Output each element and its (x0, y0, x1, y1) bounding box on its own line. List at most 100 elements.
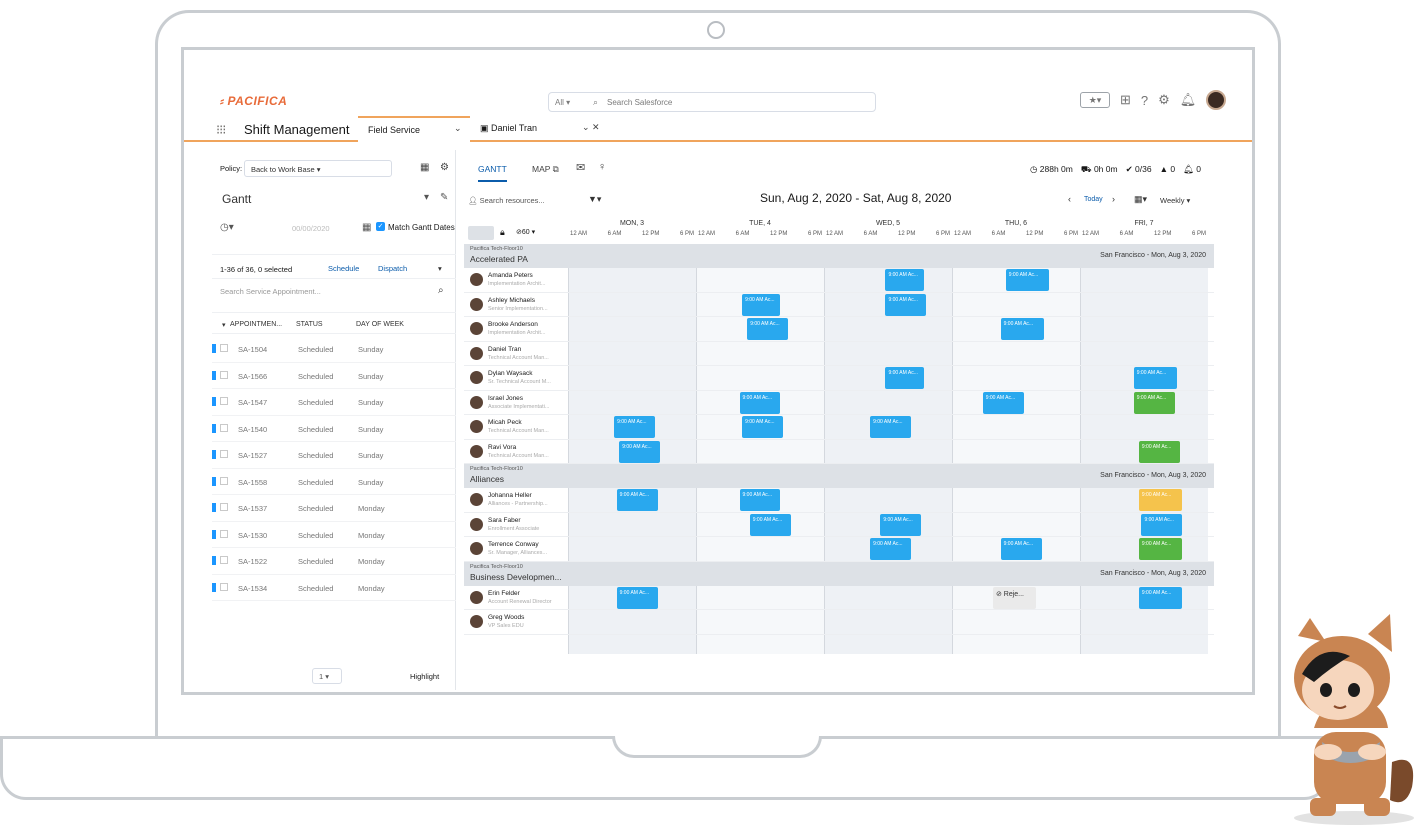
appointment-block[interactable]: 9:00 AM Ac... (742, 293, 781, 316)
help-icon[interactable]: ? (1141, 93, 1148, 108)
appointment-id[interactable]: SA-1522 (238, 557, 267, 566)
row-checkbox[interactable] (220, 503, 228, 511)
bell-icon[interactable]: 🔔︎ (1180, 92, 1197, 108)
zoom-select[interactable]: ⊘60 ▾ (516, 228, 535, 236)
appointment-block[interactable]: 9:00 AM Ac... (1138, 489, 1183, 511)
appointment-block[interactable]: 9:00 AM Ac... (1133, 391, 1175, 414)
resource-row[interactable]: Micah Peck Technical Account Man... (464, 415, 1214, 440)
list-item[interactable]: SA-1566 Scheduled Sunday (212, 363, 456, 389)
gear-icon[interactable]: ⚙ (1158, 92, 1170, 108)
calendar-icon[interactable]: ▦ (420, 162, 429, 173)
appointment-block[interactable]: 9:00 AM Ac... (739, 391, 781, 414)
list-item[interactable]: SA-1534 Scheduled Monday (212, 575, 456, 601)
appointment-block[interactable]: 9:00 AM Ac... (870, 416, 912, 438)
resource-row[interactable]: Ashley Michaels Senior Implementation... (464, 293, 1214, 317)
global-search[interactable]: All ▾ ⌕ Search Salesforce (548, 92, 876, 112)
appointment-block[interactable]: 9:00 AM Ac... (1133, 367, 1178, 389)
tab-map[interactable]: MAP ⧉ (532, 164, 559, 175)
dispatch-button[interactable]: Dispatch (372, 261, 413, 277)
next-week-button[interactable]: › (1112, 194, 1115, 204)
view-mode-select[interactable]: Weekly ▾ (1160, 196, 1190, 205)
date-picker-icon[interactable]: ▦ (362, 222, 371, 233)
resource-row[interactable]: Dylan Waysack Sr. Technical Account M... (464, 366, 1214, 391)
edit-icon[interactable]: ✎ (440, 192, 448, 203)
close-tab-icon[interactable]: ⌄ ✕ (582, 122, 600, 133)
add-icon[interactable]: ⊞ (1120, 92, 1131, 108)
match-gantt-checkbox[interactable]: ✓ (376, 222, 385, 231)
appointment-block[interactable]: 9:00 AM Ac... (885, 367, 924, 389)
appointment-block[interactable]: 9:00 AM Ac... (1000, 318, 1045, 340)
mail-icon[interactable]: ✉ (576, 161, 585, 174)
row-checkbox[interactable] (220, 450, 228, 458)
resource-row[interactable]: Terrence Conway Sr. Manager, Alliances... (464, 537, 1214, 562)
appointment-block[interactable]: 9:00 AM Ac... (616, 586, 658, 609)
list-item[interactable]: SA-1540 Scheduled Sunday (212, 416, 456, 442)
column-status[interactable]: STATUS (296, 321, 323, 328)
appointment-block[interactable]: 9:00 AM Ac... (870, 538, 912, 560)
appointment-id[interactable]: SA-1540 (238, 425, 267, 434)
page-select[interactable]: 1 ▾ (312, 668, 342, 684)
resource-row[interactable]: Israel Jones Associate Implementati... (464, 391, 1214, 415)
row-checkbox[interactable] (220, 556, 228, 564)
policy-select[interactable]: Back to Work Base ▾ (244, 160, 392, 177)
filter-icon[interactable]: ▼▾ (588, 194, 601, 205)
user-avatar[interactable] (1206, 90, 1227, 110)
appointment-block[interactable]: 9:00 AM Ac... (616, 489, 658, 511)
highlight-button[interactable]: Highlight (410, 672, 439, 681)
appointment-id[interactable]: SA-1534 (238, 584, 267, 593)
row-checkbox[interactable] (220, 529, 228, 538)
appointment-block[interactable]: 9:00 AM Ac... (1138, 440, 1180, 463)
calendar-view-icon[interactable]: ▦▾ (1134, 194, 1147, 205)
resource-row[interactable]: Sara Faber Enrollment Associate (464, 513, 1214, 537)
appointment-block[interactable]: 9:00 AM Ac... (982, 391, 1024, 414)
resource-row[interactable]: Amanda Peters Implementation Archit... (464, 268, 1214, 293)
appointment-id[interactable]: SA-1504 (238, 345, 267, 354)
resource-row[interactable]: Johanna Heller Alliances - Partnership... (464, 488, 1214, 513)
resource-row[interactable]: Erin Felder Account Renewal Director (464, 586, 1214, 610)
row-checkbox[interactable] (220, 476, 228, 485)
lightbulb-icon[interactable]: ♀ (598, 161, 606, 173)
resource-row[interactable]: Ravi Vora Technical Account Man... (464, 440, 1214, 464)
list-item[interactable]: SA-1537 Scheduled Monday (212, 495, 456, 522)
appointment-id[interactable]: SA-1530 (238, 531, 267, 540)
resource-row[interactable]: Brooke Anderson Implementation Archit... (464, 317, 1214, 342)
appointment-block[interactable]: 9:00 AM Ac... (1138, 586, 1183, 609)
appointment-id[interactable]: SA-1527 (238, 451, 267, 460)
appointment-block[interactable]: 9:00 AM Ac... (1005, 269, 1050, 291)
view-select[interactable]: Gantt (222, 192, 251, 206)
appointment-block[interactable]: 9:00 AM Ac... (749, 513, 791, 536)
settings-icon[interactable]: ⚙ (440, 162, 449, 173)
row-checkbox[interactable] (220, 423, 228, 432)
search-scope[interactable]: All ▾ (555, 98, 570, 107)
appointment-id[interactable]: SA-1566 (238, 372, 267, 381)
today-button[interactable]: Today (1084, 196, 1103, 203)
sort-icon[interactable]: ▾ (222, 321, 226, 329)
list-item[interactable]: SA-1530 Scheduled Monday (212, 522, 456, 548)
appointment-block[interactable]: 9:00 AM Ac... (1138, 538, 1183, 560)
appointment-block[interactable]: 9:00 AM Ac... (747, 318, 789, 340)
appointment-id[interactable]: SA-1558 (238, 478, 267, 487)
appointment-block[interactable]: 9:00 AM Ac... (880, 513, 922, 536)
prev-week-button[interactable]: ‹ (1068, 194, 1071, 204)
appointment-block[interactable]: 9:00 AM Ac... (739, 489, 781, 511)
date-input[interactable]: 00/00/2020 (292, 224, 330, 233)
resource-group-header[interactable]: Pacifica Tech-Floor10 Business Developmen… (464, 561, 1214, 586)
appointment-search[interactable]: Search Service Appointment... ⌕ (212, 278, 456, 300)
list-item[interactable]: SA-1547 Scheduled Sunday (212, 389, 456, 416)
list-item[interactable]: SA-1558 Scheduled Sunday (212, 469, 456, 495)
column-day-of-week[interactable]: DAY OF WEEK (356, 321, 404, 328)
row-checkbox[interactable] (220, 370, 228, 379)
appointment-block[interactable]: 9:00 AM Ac... (1141, 513, 1183, 536)
collapse-button[interactable] (468, 226, 494, 240)
resource-row[interactable]: Greg Woods VP Sales EDU (464, 610, 1214, 635)
tab-gantt[interactable]: GANTT (478, 164, 507, 182)
appointment-block[interactable]: 9:00 AM Ac... (1000, 538, 1042, 560)
resource-group-header[interactable]: Pacifica Tech-Floor10 Accelerated PA San F… (464, 244, 1214, 268)
clock-icon[interactable]: ◷▾ (220, 222, 234, 233)
row-checkbox[interactable] (220, 397, 228, 405)
column-appointment[interactable]: APPOINTMEN... (230, 321, 282, 328)
favorites-icon[interactable]: ★▾ (1080, 92, 1110, 108)
list-item[interactable]: SA-1522 Scheduled Monday (212, 548, 456, 575)
lock-icon[interactable]: 🔒︎ (500, 227, 505, 238)
rejected-appointment-block[interactable]: ⊘ Reje... (992, 586, 1037, 609)
